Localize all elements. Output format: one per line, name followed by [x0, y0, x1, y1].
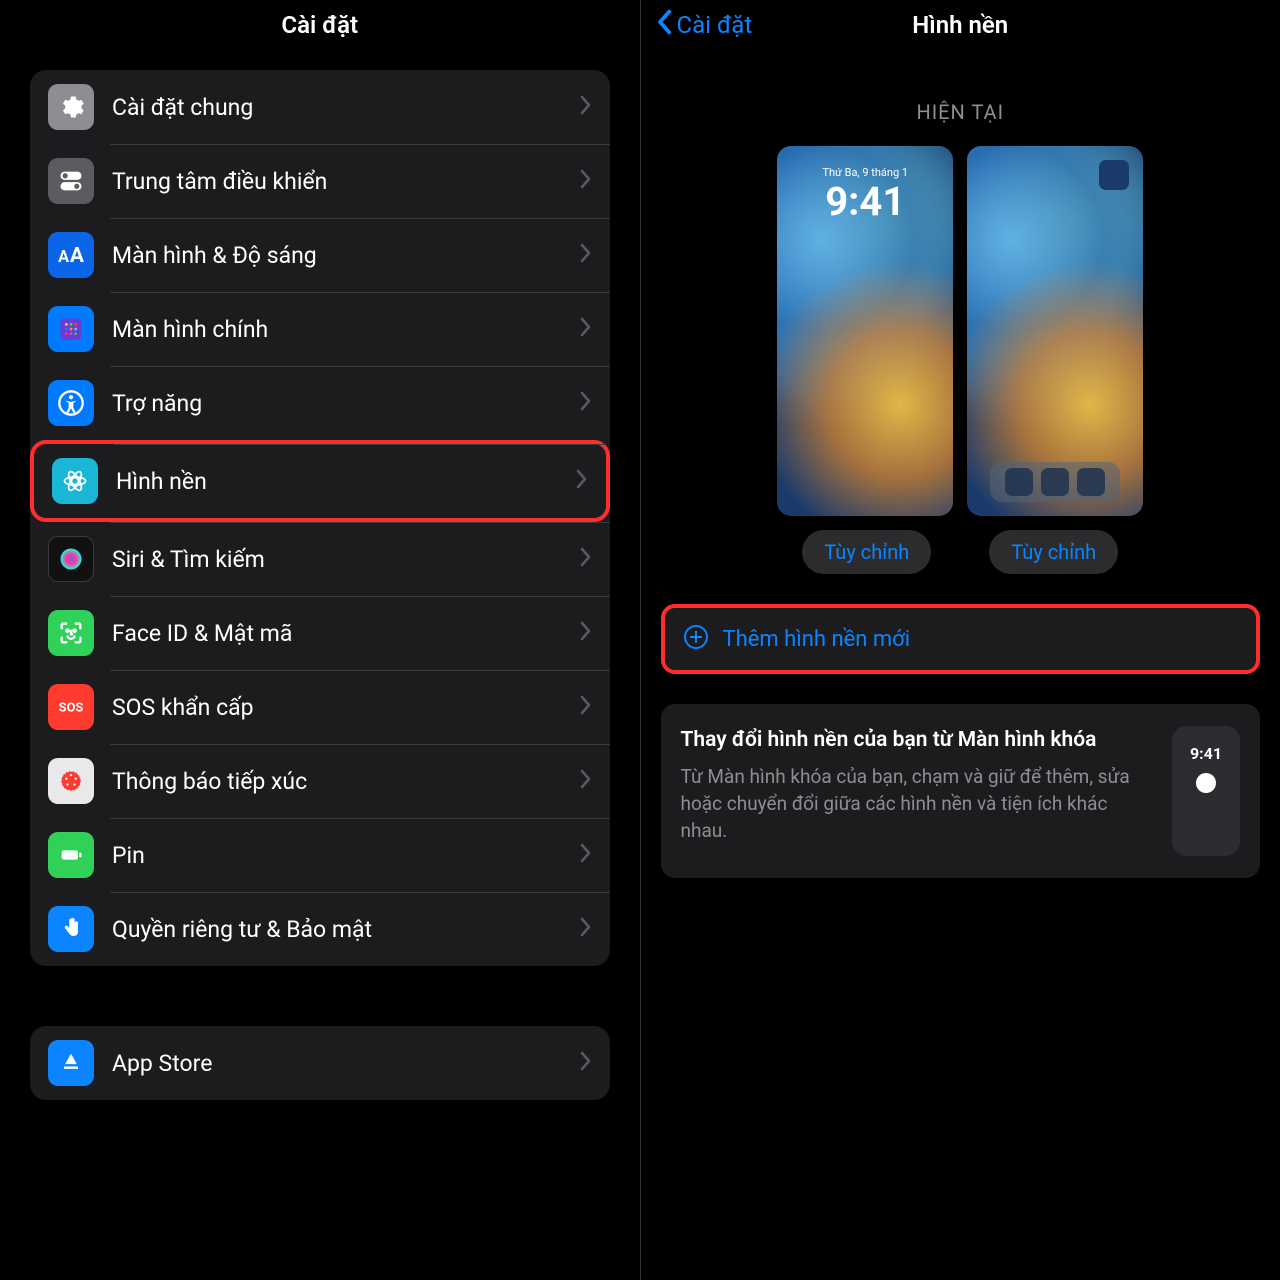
- settings-row-hand[interactable]: Quyền riêng tư & Bảo mật: [30, 892, 610, 966]
- dock-app-icon: [1041, 468, 1069, 496]
- faceid-icon: [48, 610, 94, 656]
- settings-row-gear[interactable]: Cài đặt chung: [30, 70, 610, 144]
- svg-text:A: A: [70, 244, 85, 268]
- hand-icon: [48, 906, 94, 952]
- add-wallpaper-label: Thêm hình nền mới: [723, 627, 911, 652]
- home-screen-preview[interactable]: [967, 146, 1143, 516]
- home-widget-icon: [1099, 160, 1129, 190]
- settings-title: Cài đặt: [281, 11, 358, 39]
- chevron-right-icon: [580, 843, 592, 867]
- settings-row-label: SOS khẩn cấp: [112, 694, 580, 721]
- dock-app-icon: [1077, 468, 1105, 496]
- tip-title: Thay đổi hình nền của bạn từ Màn hình kh…: [681, 726, 1153, 754]
- accessibility-icon: [48, 380, 94, 426]
- settings-row-label: Cài đặt chung: [112, 94, 580, 121]
- settings-row-label: Trung tâm điều khiển: [112, 168, 580, 195]
- settings-list-secondary: App Store: [30, 1026, 610, 1100]
- apps-grid-icon: [48, 306, 94, 352]
- settings-list: Cài đặt chung Trung tâm điều khiển AA Mà…: [30, 70, 610, 966]
- chevron-right-icon: [580, 169, 592, 193]
- home-dock: [990, 462, 1120, 502]
- siri-icon: [48, 536, 94, 582]
- lock-time: 9:41: [777, 178, 953, 225]
- chevron-right-icon: [576, 469, 588, 493]
- customize-row: Tùy chỉnh Tùy chỉnh: [661, 530, 1261, 574]
- settings-row-wallpaper[interactable]: Hình nền: [30, 440, 610, 522]
- add-wallpaper-button[interactable]: Thêm hình nền mới: [661, 604, 1261, 674]
- plus-circle-icon: [683, 624, 709, 654]
- settings-row-label: Quyền riêng tư & Bảo mật: [112, 916, 580, 943]
- settings-row-label: Màn hình chính: [112, 316, 580, 343]
- wallpaper-header: Cài đặt Hình nền: [641, 0, 1280, 50]
- tip-phone-time: 9:41: [1190, 744, 1222, 763]
- gear-icon: [48, 84, 94, 130]
- settings-row-appstore[interactable]: App Store: [30, 1026, 610, 1100]
- settings-row-label: Trợ năng: [112, 390, 580, 417]
- wallpaper-body: HIỆN TẠI Thứ Ba, 9 tháng 1 9:41 Tùy chỉn…: [641, 50, 1280, 878]
- settings-row-text-size[interactable]: AA Màn hình & Độ sáng: [30, 218, 610, 292]
- chevron-right-icon: [580, 95, 592, 119]
- settings-list-wrap: Cài đặt chung Trung tâm điều khiển AA Mà…: [0, 50, 640, 1100]
- exposure-icon: [48, 758, 94, 804]
- settings-row-accessibility[interactable]: Trợ năng: [30, 366, 610, 440]
- svg-text:A: A: [58, 247, 69, 266]
- chevron-right-icon: [580, 547, 592, 571]
- text-size-icon: AA: [48, 232, 94, 278]
- tip-text: Thay đổi hình nền của bạn từ Màn hình kh…: [681, 726, 1153, 844]
- chevron-right-icon: [580, 769, 592, 793]
- lock-screen-preview[interactable]: Thứ Ba, 9 tháng 1 9:41: [777, 146, 953, 516]
- back-button[interactable]: Cài đặt: [655, 9, 753, 41]
- settings-row-label: Thông báo tiếp xúc: [112, 768, 580, 795]
- chevron-right-icon: [580, 621, 592, 645]
- settings-row-faceid[interactable]: Face ID & Mật mã: [30, 596, 610, 670]
- settings-header: Cài đặt: [0, 0, 640, 50]
- settings-row-toggles[interactable]: Trung tâm điều khiển: [30, 144, 610, 218]
- tip-card: Thay đổi hình nền của bạn từ Màn hình kh…: [661, 704, 1261, 878]
- battery-icon: [48, 832, 94, 878]
- customize-home-button[interactable]: Tùy chỉnh: [989, 530, 1118, 574]
- wallpaper-previews: Thứ Ba, 9 tháng 1 9:41: [661, 146, 1261, 516]
- settings-row-siri[interactable]: Siri & Tìm kiếm: [30, 522, 610, 596]
- settings-row-sos[interactable]: SOS SOS khẩn cấp: [30, 670, 610, 744]
- tip-phone-dot-icon: [1196, 773, 1216, 793]
- settings-row-label: Hình nền: [116, 468, 576, 495]
- chevron-right-icon: [580, 1051, 592, 1075]
- settings-row-label: App Store: [112, 1050, 580, 1077]
- chevron-right-icon: [580, 243, 592, 267]
- settings-row-label: Pin: [112, 842, 580, 869]
- settings-row-battery[interactable]: Pin: [30, 818, 610, 892]
- settings-panel: Cài đặt Cài đặt chung Trung tâm điều khi…: [0, 0, 641, 1280]
- chevron-right-icon: [580, 917, 592, 941]
- chevron-right-icon: [580, 391, 592, 415]
- settings-row-apps-grid[interactable]: Màn hình chính: [30, 292, 610, 366]
- tip-body: Từ Màn hình khóa của bạn, chạm và giữ để…: [681, 764, 1153, 844]
- dock-app-icon: [1005, 468, 1033, 496]
- settings-row-label: Siri & Tìm kiếm: [112, 546, 580, 573]
- svg-text:SOS: SOS: [59, 701, 84, 716]
- settings-row-label: Face ID & Mật mã: [112, 620, 580, 647]
- toggles-icon: [48, 158, 94, 204]
- settings-row-label: Màn hình & Độ sáng: [112, 242, 580, 269]
- back-label: Cài đặt: [677, 11, 753, 39]
- appstore-icon: [48, 1040, 94, 1086]
- settings-row-exposure[interactable]: Thông báo tiếp xúc: [30, 744, 610, 818]
- sos-icon: SOS: [48, 684, 94, 730]
- chevron-left-icon: [655, 9, 673, 41]
- wallpaper-panel: Cài đặt Hình nền HIỆN TẠI Thứ Ba, 9 thán…: [641, 0, 1280, 1280]
- wallpaper-icon: [52, 458, 98, 504]
- chevron-right-icon: [580, 695, 592, 719]
- tip-phone-illustration: 9:41: [1172, 726, 1240, 856]
- customize-lock-button[interactable]: Tùy chỉnh: [802, 530, 931, 574]
- wallpaper-title: Hình nền: [912, 11, 1008, 39]
- chevron-right-icon: [580, 317, 592, 341]
- current-section-title: HIỆN TẠI: [661, 100, 1261, 124]
